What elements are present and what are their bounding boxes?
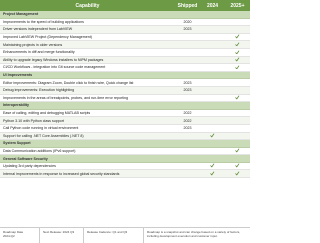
checkmark-icon [235,65,240,70]
table-row: Maintaining projects in older versions [0,41,250,49]
capability-text: Driver versions independent from LabVIEW [3,27,73,32]
capability-text: Data Communication additions (IPv6 suppo… [3,148,76,153]
shipped-cell: 2023 [183,88,192,93]
capability-text: Ability to upgrade legacy Windows instal… [3,57,104,62]
section-header: General Software Security [0,155,250,163]
capability-text: Improvements to the speed of building ap… [3,19,84,24]
table-row: Updating 3rd party dependencies [0,163,250,171]
checkmark-icon [235,163,240,168]
capability-text: Improved LabVIEW Project (Dependency Man… [3,35,92,40]
section-header: Project Management [0,11,250,19]
footer-disclaimer: Roadmap is a snapshot and can change bas… [147,230,241,238]
table-row: Internal improvements in response to inc… [0,170,250,179]
section-title: Interoperability [3,103,29,108]
checkmark-icon [235,148,240,153]
cell-2024 [200,163,225,169]
table-row: Improvements in the areas of breakpoints… [0,95,250,103]
table-row: CI/CD Workflows - integration into Git s… [0,64,250,72]
capability-text: Call Python code running in virtual envi… [3,126,79,131]
checkmark-icon [235,34,240,39]
section-header: UI Improvements [0,71,250,80]
table-row: Ease of calling, editing and debugging M… [0,110,250,118]
capability-text: Maintaining projects in older versions [3,42,63,47]
roadmap-date-value: 2024-Q2 [3,234,15,238]
table-row: Improved LabVIEW Project (Dependency Man… [0,34,250,42]
capability-text: Enhancements in diff and merge functiona… [3,50,75,55]
table-row: Call Python code running in virtual envi… [0,125,250,133]
capability-text: Editor improvements: Diagram Zoom, Doubl… [3,80,134,85]
cell-2025 [225,148,250,154]
table-row: Support for calling .NET Core Assemblies… [0,132,250,141]
shipped-cell: 2023 [183,80,192,85]
checkmark-icon [235,95,240,100]
capability-text: Python 3.10 with Python class support [3,118,64,123]
footer-roadmap-date: Roadmap Date 2024-Q2 [0,228,40,243]
capability-text: CI/CD Workflows - integration into Git s… [3,65,106,70]
shipped-cell: 2020 [183,19,192,24]
table-row: Debug improvements: Execution highlighti… [0,86,250,95]
table-header: Capability Shipped 2024 2025+ [0,0,250,11]
table-row: Python 3.10 with Python class support 202… [0,117,250,125]
footer-next-release: Next Release: 2024 Q3 [40,228,84,243]
table-body: Project Management Improvements to the sp… [0,11,250,179]
cell-2025 [225,65,250,71]
cell-2024 [200,133,225,139]
cell-2025 [225,57,250,63]
shipped-cell: 2022 [183,111,192,116]
footer: Roadmap Date 2024-Q2 Next Release: 2024 … [0,227,250,243]
checkmark-icon [210,171,215,176]
cell-2025 [225,42,250,48]
table-row: Improvements to the speed of building ap… [0,19,250,27]
section-title: General Software Security [3,156,48,161]
cell-2025 [225,163,250,169]
section-header: Interoperability [0,102,250,110]
shipped-cell: 2023 [183,27,192,32]
section-title: UI Improvements [3,73,33,78]
checkmark-icon [210,133,215,138]
cell-2024 [200,171,225,177]
capability-text: Internal improvements in response to inc… [3,171,120,176]
cell-2025 [225,34,250,40]
checkmark-icon [235,171,240,176]
capability-text: Updating 3rd party dependencies [3,164,56,169]
table-row: Editor improvements: Diagram Zoom, Doubl… [0,79,250,87]
capability-text: Support for calling .NET Core Assemblies… [3,133,84,138]
checkmark-icon [235,49,240,54]
capability-text: Ease of calling, editing and debugging M… [3,111,91,116]
footer-release-cadence: Release Cadence: Q1 and Q3 [84,228,144,243]
section-title: System Support [3,141,31,146]
shipped-cell: 2022 [183,118,192,123]
table-row: Data Communication additions (IPv6 suppo… [0,148,250,156]
checkmark-icon [235,57,240,62]
section-header: System Support [0,140,250,148]
table-row: Ability to upgrade legacy Windows instal… [0,56,250,65]
checkmark-icon [210,163,215,168]
shipped-cell: 2023 [183,126,192,131]
roadmap-table: Capability Shipped 2024 2025+ Project Ma… [0,0,250,179]
header-2025: 2025+ [230,2,245,9]
cell-2025 [225,95,250,101]
header-shipped: Shipped [177,2,198,9]
header-capability: Capability [75,2,100,9]
cell-2025 [225,171,250,177]
section-title: Project Management [3,12,39,17]
header-2024: 2024 [206,2,219,9]
capability-text: Debug improvements: Execution highlighti… [3,88,75,93]
capability-text: Improvements in the areas of breakpoints… [3,95,129,100]
checkmark-icon [235,42,240,47]
table-row: Enhancements in diff and merge functiona… [0,49,250,57]
cell-2025 [225,49,250,56]
table-row: Driver versions independent from LabVIEW… [0,26,250,34]
